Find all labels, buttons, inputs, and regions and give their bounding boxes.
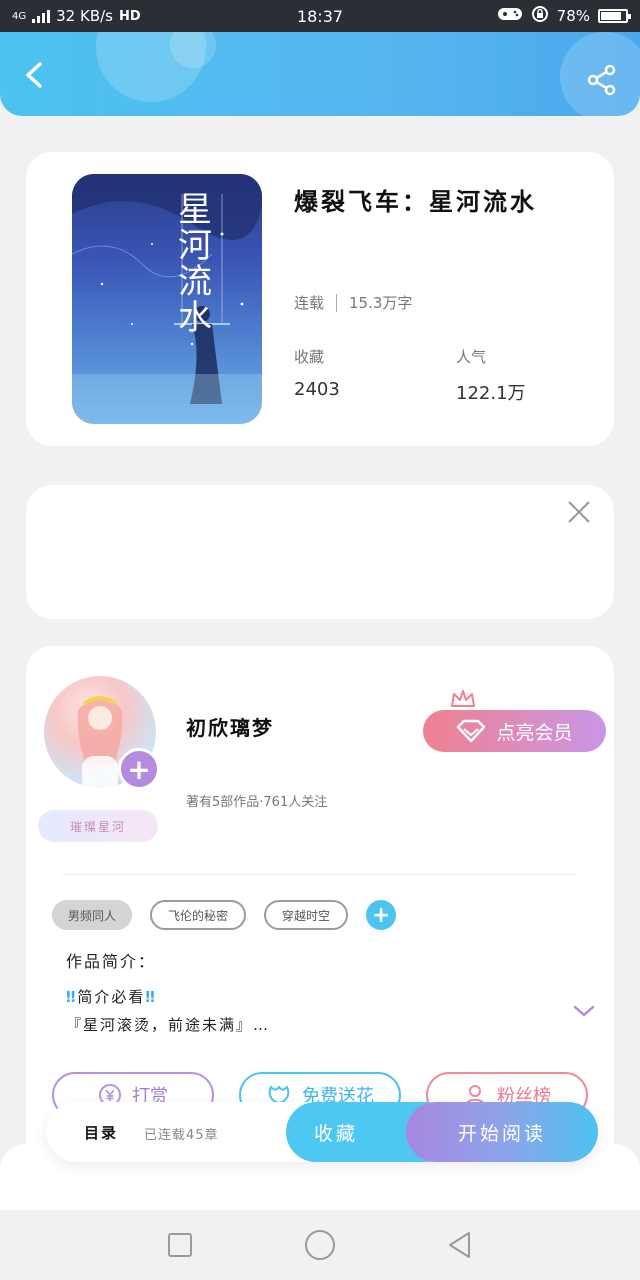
tag-item[interactable]: 飞伦的秘密 — [150, 900, 247, 930]
popularity-value: 122.1万 — [456, 383, 526, 404]
author-badge: 璀璨星河 — [38, 810, 158, 842]
bottom-action-bar: 目录 已连载45章 收藏 开始阅读 — [46, 1102, 598, 1162]
add-tag-button[interactable]: + — [366, 900, 397, 930]
vip-button[interactable]: 点亮会员 — [423, 710, 606, 752]
square-icon — [168, 1233, 192, 1257]
word-count: 15.3万字 — [349, 294, 413, 312]
ad-banner — [26, 485, 614, 619]
favorites-label: 收藏 — [294, 348, 325, 366]
network-type: 4G — [12, 10, 27, 22]
signal-icon — [32, 9, 51, 23]
intro-bang: ‼ — [66, 988, 78, 1006]
home-button[interactable] — [300, 1225, 340, 1265]
battery-icon — [598, 9, 631, 23]
battery-percent: 78% — [556, 7, 590, 25]
cover-title: 星河流水 — [178, 190, 214, 338]
share-icon — [587, 64, 616, 96]
intro-title: 作品简介： — [66, 952, 157, 971]
share-button[interactable] — [586, 64, 618, 96]
lock-rotation-icon — [531, 5, 549, 27]
expand-intro-button[interactable] — [572, 1002, 596, 1020]
app-header — [0, 32, 640, 116]
divider — [62, 874, 578, 875]
author-name[interactable]: 初欣璃梦 — [186, 712, 274, 741]
intro-line1: ‼简介必看‼ — [66, 986, 157, 1007]
triangle-back-icon — [449, 1232, 470, 1258]
tag-item[interactable]: 男频同人 — [52, 900, 133, 930]
gamepad-icon — [497, 6, 523, 26]
status-right: 78% — [497, 5, 631, 27]
intro-line1-text: 简介必看 — [77, 988, 146, 1006]
vip-label: 点亮会员 — [496, 721, 573, 744]
nav-back-button[interactable] — [440, 1225, 480, 1265]
circle-icon — [305, 1230, 335, 1260]
favorites-stat: 收藏 2403 — [294, 346, 340, 400]
serial-status: 连载 — [294, 294, 325, 312]
chevron-down-icon — [573, 1005, 595, 1017]
hd-badge: HD — [118, 8, 141, 24]
ad-close-button[interactable] — [566, 499, 592, 525]
start-reading-button[interactable]: 开始阅读 — [406, 1102, 598, 1162]
recents-button[interactable] — [160, 1225, 200, 1265]
favorites-value: 2403 — [294, 379, 340, 400]
book-meta: 连载 15.3万字 — [294, 292, 412, 313]
tag-list: 男频同人 飞伦的秘密 穿越时空 + — [52, 900, 397, 930]
intro-bang: ‼ — [145, 988, 157, 1006]
navigation-bar — [0, 1210, 640, 1280]
intro-line2: 『星河滚烫，前途未满』… — [66, 1016, 271, 1034]
chevron-left-icon — [26, 62, 42, 88]
back-button[interactable] — [20, 60, 50, 90]
tag-item[interactable]: 穿越时空 — [264, 900, 349, 930]
network-speed: 32 KB/s — [56, 7, 113, 25]
diamond-icon — [457, 719, 486, 743]
crown-icon — [451, 690, 475, 707]
status-bar: 4G 32 KB/s HD 18:37 78% — [0, 0, 640, 32]
book-cover[interactable]: 星河流水 — [72, 174, 262, 424]
toc-button[interactable]: 目录 — [84, 1122, 118, 1143]
close-icon — [568, 501, 590, 523]
status-left: 4G 32 KB/s HD — [12, 7, 141, 25]
chapter-status: 已连载45章 — [144, 1128, 219, 1143]
author-meta: 著有5部作品·761人关注 — [186, 795, 328, 810]
follow-plus-button[interactable]: + — [118, 748, 160, 790]
popularity-label: 人气 — [456, 348, 487, 366]
book-info-card: 星河流水 爆裂飞车：星河流水 连载 15.3万字 收藏 2403 人气 122.… — [26, 152, 614, 446]
book-title: 爆裂飞车：星河流水 — [294, 187, 537, 216]
popularity-stat: 人气 122.1万 — [456, 346, 526, 405]
author-card: + 璀璨星河 初欣璃梦 著有5部作品·761人关注 点亮会员 男频同人 飞伦的秘… — [26, 646, 614, 1166]
meta-divider — [336, 293, 338, 312]
